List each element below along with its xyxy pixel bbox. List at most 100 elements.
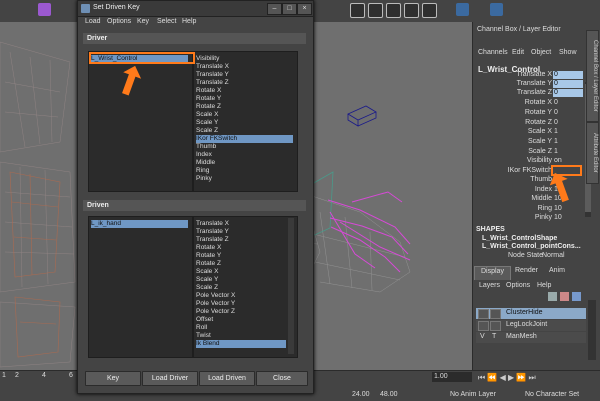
attribute-item[interactable]: Translate X	[196, 63, 229, 71]
menu-options[interactable]: Options	[107, 18, 131, 25]
attribute-item[interactable]: Index	[196, 151, 212, 159]
driven-attribute-list[interactable]: Translate X Translate Y Translate Z Rota…	[193, 216, 298, 358]
menu-key[interactable]: Key	[137, 18, 149, 25]
menu-select[interactable]: Select	[157, 18, 176, 25]
rig-tool-icon[interactable]	[350, 3, 365, 18]
driven-object-item[interactable]: L_ik_hand	[91, 220, 188, 228]
channel-value-field[interactable]: 0	[553, 80, 583, 88]
channel-value-field[interactable]: 10	[553, 205, 583, 213]
poly-cube-icon[interactable]	[38, 3, 51, 16]
attribute-item[interactable]: Scale X	[196, 268, 218, 276]
constraint-tool-icon[interactable]	[422, 3, 437, 18]
current-frame-field[interactable]: 1.00	[432, 372, 472, 382]
layer-new-icon[interactable]	[548, 292, 557, 301]
shape-item[interactable]: L_Wrist_Control_pointCons...	[482, 243, 581, 250]
attribute-item-selected[interactable]: Ik Blend	[196, 340, 286, 348]
driven-object-list[interactable]: L_ik_hand	[88, 216, 193, 358]
tab-anim[interactable]: Anim	[543, 266, 571, 279]
attribute-item[interactable]: Offset	[196, 316, 213, 324]
channel-row[interactable]: Ring 10	[472, 205, 582, 214]
channel-value-field[interactable]: 1	[553, 128, 583, 136]
attribute-item[interactable]: Twist	[196, 332, 211, 340]
channel-row[interactable]: Translate Y0	[472, 80, 583, 89]
end-frame-field[interactable]: 48.00	[380, 391, 398, 398]
side-tab-channel-box[interactable]: Channel Box / Layer Editor	[586, 30, 599, 122]
layer-template-toggle[interactable]: T	[492, 333, 496, 340]
attribute-item[interactable]: Middle	[196, 159, 215, 167]
menu-channels[interactable]: Channels	[478, 49, 508, 56]
channel-row[interactable]: Rotate Y0	[472, 109, 582, 118]
menu-options[interactable]: Options	[506, 282, 530, 289]
attribute-item[interactable]: Rotate Z	[196, 103, 221, 111]
menu-help[interactable]: Help	[537, 282, 551, 289]
ik-tool-icon[interactable]	[386, 3, 401, 18]
channel-value-field[interactable]: 1	[553, 138, 583, 146]
minimize-button[interactable]: –	[267, 3, 282, 15]
attribute-item[interactable]: Rotate Y	[196, 95, 221, 103]
close-window-button[interactable]: ×	[297, 3, 312, 15]
layer-from-selection-icon[interactable]	[560, 292, 569, 301]
menu-show[interactable]: Show	[559, 49, 577, 56]
joint-tool-icon[interactable]	[368, 3, 383, 18]
attribute-item[interactable]: Pinky	[196, 175, 212, 183]
menu-layers[interactable]: Layers	[479, 282, 500, 289]
attribute-item[interactable]: Pole Vector Z	[196, 308, 235, 316]
channel-row[interactable]: Translate Z0	[472, 89, 583, 98]
layer-row[interactable]: LegLockJoint	[476, 320, 586, 331]
driven-attribute-scrollbar[interactable]	[288, 218, 294, 354]
channel-value-field[interactable]: 0	[553, 109, 583, 117]
shape-item[interactable]: L_Wrist_ControlShape	[482, 235, 557, 242]
attribute-item[interactable]: Scale X	[196, 111, 218, 119]
layer-template-toggle[interactable]	[490, 309, 501, 319]
load-driver-button[interactable]: Load Driver	[142, 371, 198, 386]
layer-scrollbar[interactable]	[588, 300, 596, 360]
shelf-menu-icon[interactable]	[490, 3, 503, 16]
skin-tool-icon[interactable]	[404, 3, 419, 18]
channel-row[interactable]: Scale X1	[472, 128, 582, 137]
start-frame-field[interactable]: 24.00	[352, 391, 370, 398]
load-driven-button[interactable]: Load Driven	[199, 371, 255, 386]
layer-visibility-toggle[interactable]	[478, 321, 489, 331]
attribute-item[interactable]: Rotate Y	[196, 252, 221, 260]
channel-value-field[interactable]: 0	[553, 89, 583, 97]
attribute-item[interactable]: Visibility	[196, 55, 219, 63]
attribute-item[interactable]: Translate Y	[196, 228, 229, 236]
attribute-item[interactable]: Ring	[196, 167, 209, 175]
layer-row[interactable]: V T ManMesh	[476, 332, 586, 343]
driven-section-header[interactable]: Driven	[83, 200, 306, 211]
attribute-item[interactable]: Scale Z	[196, 284, 218, 292]
attribute-item[interactable]: Scale Y	[196, 276, 218, 284]
layer-visibility-toggle[interactable]: V	[480, 333, 485, 340]
channel-value-field[interactable]: 0	[553, 71, 583, 79]
driver-attribute-list[interactable]: Visibility Translate X Translate Y Trans…	[193, 51, 298, 192]
driver-section-header[interactable]: Driver	[83, 33, 306, 44]
menu-help[interactable]: Help	[182, 18, 196, 25]
attribute-item[interactable]: Translate Y	[196, 71, 229, 79]
channel-value-field[interactable]: 1	[553, 148, 583, 156]
attribute-item[interactable]: Thumb	[196, 143, 216, 151]
shelf-settings-icon[interactable]	[456, 3, 469, 16]
dialog-titlebar[interactable]: Set Driven Key – □ ×	[78, 1, 313, 17]
character-set-dropdown[interactable]: No Character Set	[525, 391, 579, 398]
menu-object[interactable]: Object	[531, 49, 551, 56]
side-tab-attribute-editor[interactable]: Attribute Editor	[586, 122, 599, 184]
playback-controls[interactable]: ⏮ ⏪ ◀ ▶ ⏩ ⏭	[478, 373, 598, 383]
tab-display[interactable]: Display	[474, 266, 511, 280]
node-state-value[interactable]: Normal	[542, 252, 565, 259]
maximize-button[interactable]: □	[282, 3, 297, 15]
layer-move-icon[interactable]	[572, 292, 581, 301]
attribute-item[interactable]: Rotate X	[196, 87, 221, 95]
tab-render[interactable]: Render	[509, 266, 544, 279]
attribute-item[interactable]: Translate Z	[196, 79, 229, 87]
key-button[interactable]: Key	[85, 371, 141, 386]
channel-row[interactable]: Scale Y1	[472, 138, 582, 147]
layer-template-toggle[interactable]	[490, 321, 501, 331]
channel-value-field[interactable]: 0	[553, 119, 583, 127]
channel-value-field[interactable]: 0	[553, 99, 583, 107]
layer-visibility-toggle[interactable]	[478, 309, 489, 319]
attribute-item[interactable]: Rotate X	[196, 244, 221, 252]
channel-row[interactable]: Rotate Z0	[472, 119, 582, 128]
attribute-item[interactable]: Translate X	[196, 220, 229, 228]
close-button[interactable]: Close	[256, 371, 308, 386]
channel-value-field[interactable]: on	[553, 157, 583, 165]
